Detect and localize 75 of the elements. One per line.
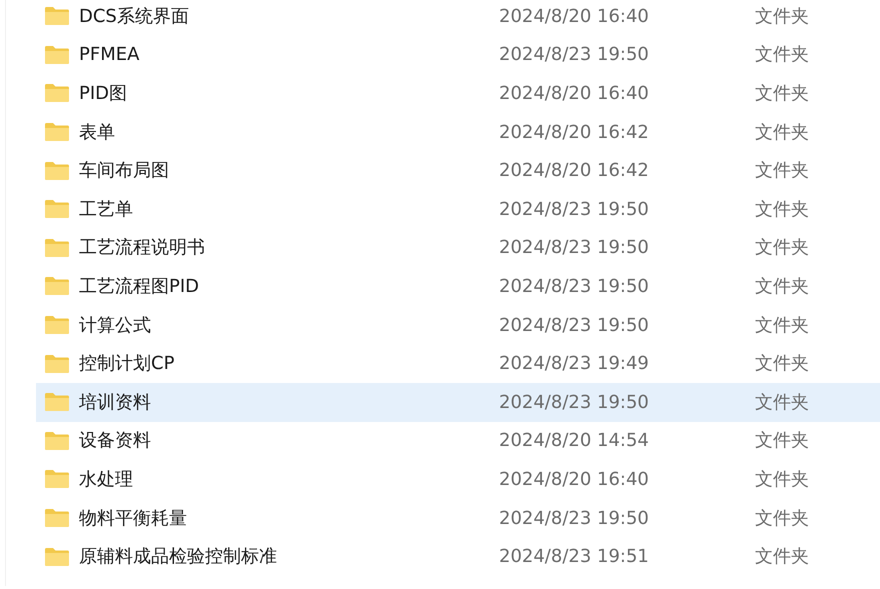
folder-icon — [44, 430, 70, 451]
modified-date: 2024/8/23 19:50 — [499, 390, 650, 415]
file-row[interactable]: 设备资料 2024/8/20 14:54 文件夹 — [36, 422, 880, 460]
file-name: 培训资料 — [79, 390, 152, 415]
file-type: 文件夹 — [755, 120, 809, 145]
file-row[interactable]: 培训资料 2024/8/23 19:50 文件夹 — [36, 382, 880, 422]
file-row[interactable]: 原辅料成品检验控制标准 2024/8/23 19:51 文件夹 — [36, 537, 880, 576]
file-name: 水处理 — [79, 468, 134, 492]
modified-date: 2024/8/23 19:50 — [499, 198, 650, 222]
folder-icon — [44, 354, 70, 374]
modified-date: 2024/8/20 16:42 — [499, 159, 650, 184]
file-row[interactable]: PID图 2024/8/20 16:40 文件夹 — [36, 74, 880, 113]
file-type: 文件夹 — [755, 352, 809, 376]
file-row[interactable]: 物料平衡耗量 2024/8/23 19:50 文件夹 — [36, 498, 880, 538]
file-name: PID图 — [79, 82, 128, 106]
folder-icon — [44, 238, 70, 258]
file-row[interactable]: PFMEA 2024/8/23 19:50 文件夹 — [36, 36, 880, 74]
file-name: 物料平衡耗量 — [79, 506, 188, 531]
folder-icon — [44, 276, 70, 296]
file-type: 文件夹 — [755, 82, 809, 106]
file-name: 工艺流程说明书 — [79, 236, 206, 260]
file-type: 文件夹 — [755, 506, 809, 531]
file-type: 文件夹 — [755, 314, 809, 338]
file-type: 文件夹 — [755, 468, 809, 492]
folder-icon — [44, 122, 70, 142]
file-row[interactable]: 工艺流程图PID 2024/8/23 19:50 文件夹 — [36, 267, 880, 306]
folder-icon — [44, 44, 70, 65]
file-row[interactable]: 车间布局图 2024/8/20 16:42 文件夹 — [36, 151, 880, 190]
modified-date: 2024/8/20 16:40 — [499, 4, 650, 29]
folder-icon — [44, 469, 70, 490]
file-row[interactable]: 计算公式 2024/8/23 19:50 文件夹 — [36, 306, 880, 344]
file-type: 文件夹 — [755, 545, 809, 570]
file-type: 文件夹 — [755, 236, 809, 260]
modified-date: 2024/8/23 19:50 — [499, 43, 650, 68]
modified-date: 2024/8/23 19:50 — [499, 236, 650, 260]
modified-date: 2024/8/20 14:54 — [499, 429, 650, 454]
file-row[interactable]: 水处理 2024/8/20 16:40 文件夹 — [36, 460, 880, 499]
modified-date: 2024/8/23 19:50 — [499, 506, 650, 531]
file-type: 文件夹 — [755, 390, 809, 415]
file-name: 车间布局图 — [79, 159, 170, 184]
file-row[interactable]: 工艺流程说明书 2024/8/23 19:50 文件夹 — [36, 228, 880, 268]
file-type: 文件夹 — [755, 429, 809, 454]
modified-date: 2024/8/20 16:40 — [499, 82, 650, 106]
file-type: 文件夹 — [755, 198, 809, 222]
modified-date: 2024/8/23 19:49 — [499, 352, 650, 376]
folder-icon — [44, 546, 70, 567]
file-type: 文件夹 — [755, 159, 809, 184]
file-name: 工艺流程图PID — [79, 274, 200, 299]
folder-icon — [44, 315, 70, 336]
modified-date: 2024/8/23 19:50 — [499, 274, 650, 299]
file-name: 表单 — [79, 120, 116, 145]
file-name: 原辅料成品检验控制标准 — [79, 545, 278, 570]
file-row[interactable]: 表单 2024/8/20 16:42 文件夹 — [36, 112, 880, 152]
file-type: 文件夹 — [755, 4, 809, 29]
file-name: DCS系统界面 — [79, 4, 190, 29]
modified-date: 2024/8/23 19:51 — [499, 545, 650, 570]
file-row[interactable]: 工艺单 2024/8/23 19:50 文件夹 — [36, 190, 880, 229]
folder-icon — [44, 83, 70, 104]
file-name: 工艺单 — [79, 198, 134, 222]
folder-icon — [44, 392, 70, 412]
file-name: 控制计划CP — [79, 352, 176, 376]
file-row[interactable]: DCS系统界面 2024/8/20 16:40 文件夹 — [36, 0, 880, 36]
modified-date: 2024/8/20 16:42 — [499, 120, 650, 145]
folder-icon — [44, 160, 70, 181]
file-row[interactable]: 控制计划CP 2024/8/23 19:49 文件夹 — [36, 344, 880, 383]
file-name: 设备资料 — [79, 429, 152, 454]
file-type: 文件夹 — [755, 43, 809, 68]
modified-date: 2024/8/23 19:50 — [499, 314, 650, 338]
modified-date: 2024/8/20 16:40 — [499, 468, 650, 492]
file-name: PFMEA — [79, 43, 140, 68]
folder-icon — [44, 199, 70, 220]
folder-icon — [44, 508, 70, 528]
folder-icon — [44, 6, 70, 26]
file-name: 计算公式 — [79, 314, 152, 338]
file-type: 文件夹 — [755, 274, 809, 299]
